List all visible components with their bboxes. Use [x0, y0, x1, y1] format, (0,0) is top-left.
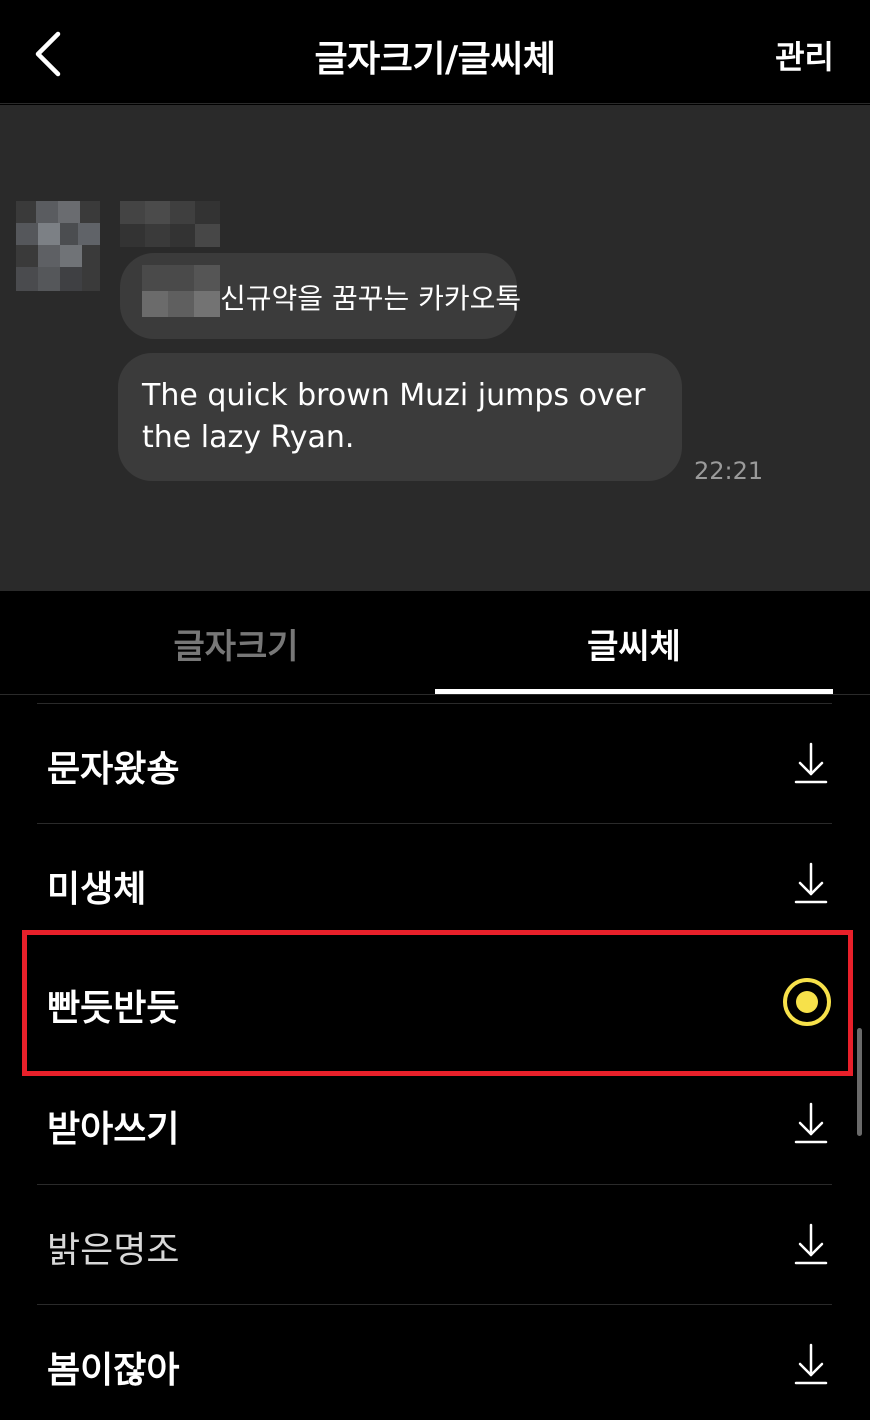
font-row-bomijanha[interactable]: 봄이잖아 — [37, 1304, 832, 1420]
download-icon[interactable] — [794, 862, 828, 904]
page-title: 글자크기/글씨체 — [314, 39, 557, 80]
font-label: 밝은명조 — [47, 1230, 180, 1271]
download-icon[interactable] — [794, 742, 828, 784]
scrollbar[interactable] — [857, 1028, 862, 1136]
message-timestamp: 22:21 — [694, 457, 764, 485]
manage-button[interactable]: 관리 — [775, 32, 834, 78]
font-row-bbandeut-selected[interactable]: 빤듯반듯 — [37, 943, 832, 1063]
font-label: 문자왔숑 — [47, 749, 180, 790]
font-label: 봄이잖아 — [47, 1350, 180, 1391]
font-label: 미생체 — [47, 869, 147, 910]
tab-font-size[interactable]: 글자크기 — [36, 591, 436, 695]
chat-bubble-1: 신규약을 꿈꾸는 카카오톡 — [120, 253, 521, 339]
font-row-balgeun-myeongjo[interactable]: 밝은명조 — [37, 1184, 832, 1304]
font-label: 빤듯반듯 — [47, 988, 180, 1029]
chat-preview: 신규약을 꿈꾸는 카카오톡 The quick brown Muzi jumps… — [0, 105, 870, 591]
chat-bubble-2: The quick brown Muzi jumps over the lazy… — [118, 353, 682, 481]
tab-font-style[interactable]: 글씨체 — [435, 591, 833, 695]
download-icon[interactable] — [794, 1343, 828, 1385]
font-row-munja[interactable]: 문자왔숑 — [37, 703, 832, 823]
tab-bar: 글자크기 글씨체 — [0, 591, 870, 695]
blurred-avatar — [16, 201, 100, 291]
blurred-sender-name — [120, 201, 220, 247]
font-row-badasseugi[interactable]: 받아쓰기 — [37, 1064, 832, 1184]
blurred-text — [142, 265, 220, 317]
active-tab-indicator — [435, 689, 833, 694]
radio-selected-icon[interactable] — [782, 977, 832, 1027]
download-icon[interactable] — [794, 1223, 828, 1265]
top-bar: 글자크기/글씨체 관리 — [0, 0, 870, 104]
font-row-misaeng[interactable]: 미생체 — [37, 823, 832, 943]
chat-bubble-1-text: 신규약을 꿈꾸는 카카오톡 — [220, 282, 522, 315]
download-icon[interactable] — [794, 1102, 828, 1144]
font-label: 받아쓰기 — [47, 1109, 180, 1150]
